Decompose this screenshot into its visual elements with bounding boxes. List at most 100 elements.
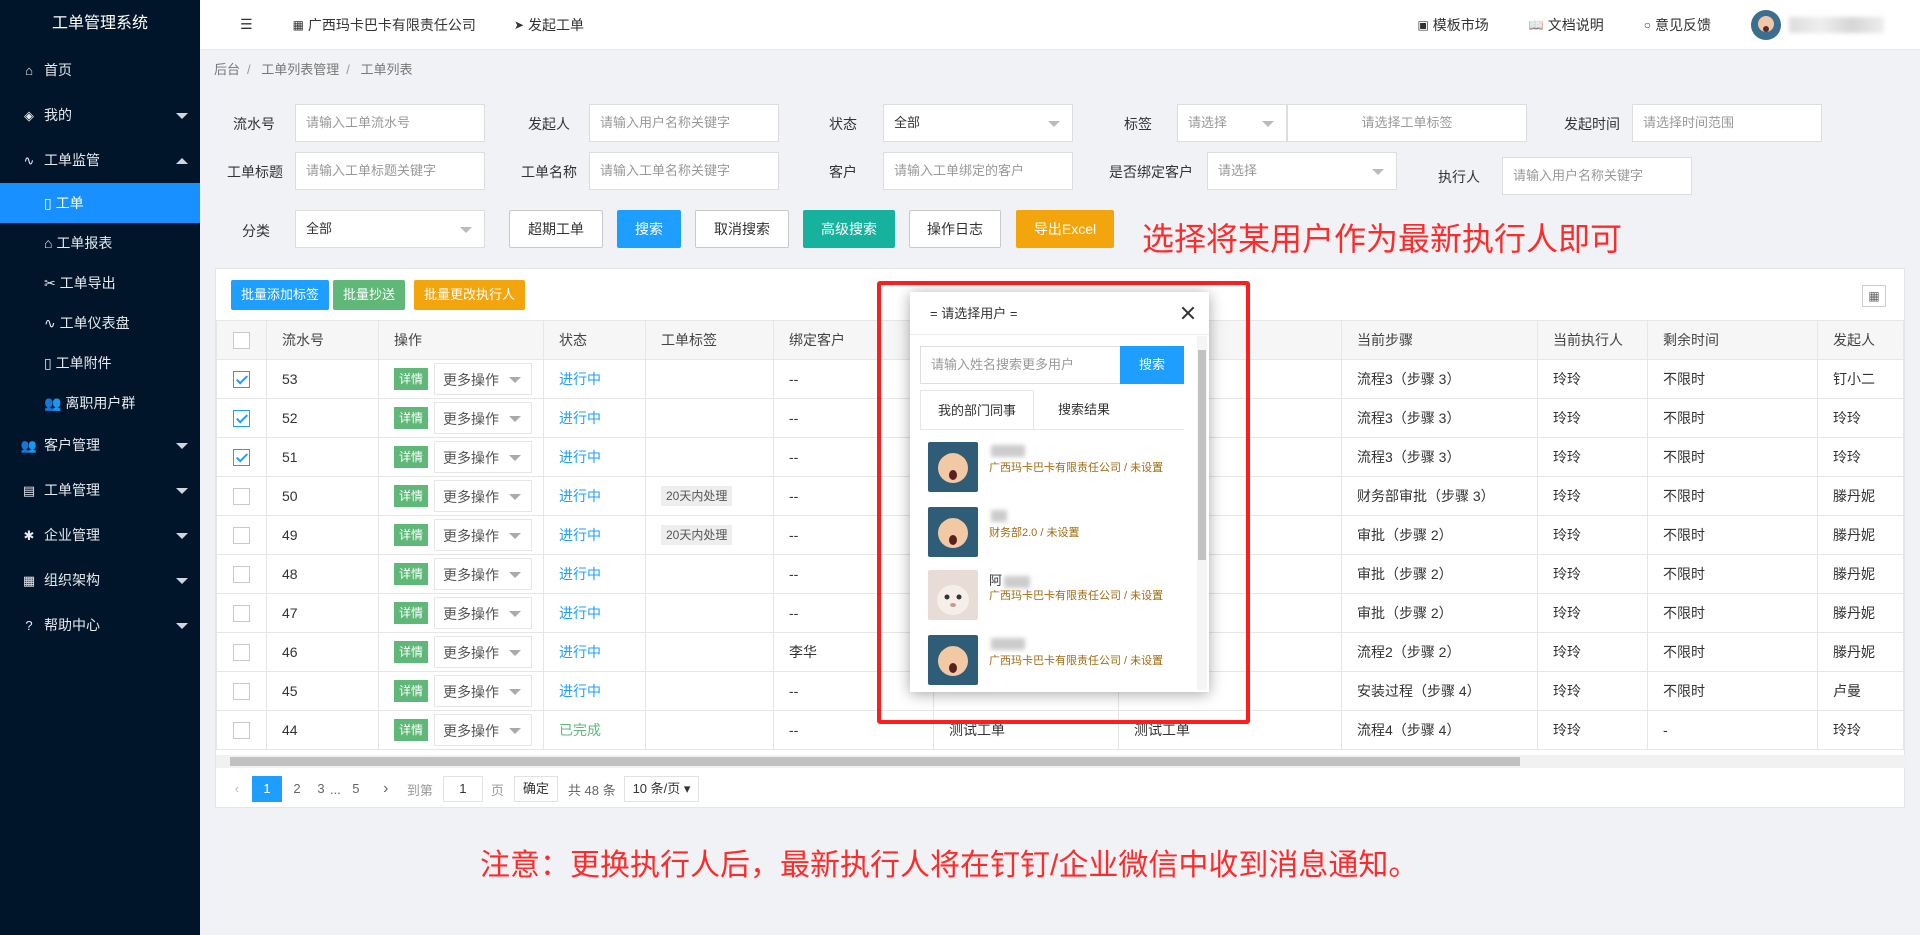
sidebar-item-mine[interactable]: ◈ 我的	[0, 93, 200, 138]
goto-confirm-button[interactable]: 确定	[513, 776, 558, 802]
more-actions-select[interactable]: 更多操作	[434, 519, 533, 551]
more-actions-select[interactable]: 更多操作	[434, 714, 533, 746]
menu-toggle-icon[interactable]: ☰	[240, 16, 253, 33]
more-actions-select[interactable]: 更多操作	[434, 402, 533, 434]
user-menu[interactable]	[1751, 9, 1884, 40]
sidebar-item-org[interactable]: ▦ 组织架构	[0, 558, 200, 603]
batch-add-tag-button[interactable]: 批量添加标签	[231, 280, 330, 310]
column-header[interactable]: 发起人	[1817, 320, 1904, 360]
more-actions-select[interactable]: 更多操作	[434, 597, 533, 629]
operation-log-button[interactable]: 操作日志	[909, 210, 1001, 248]
user-list-item[interactable]: 广西玛卡巴卡有限责任公司 / 未设置	[928, 442, 1168, 502]
overdue-button[interactable]: 超期工单	[509, 210, 603, 248]
row-checkbox-cell[interactable]	[216, 515, 267, 555]
row-checkbox-cell[interactable]	[216, 437, 267, 477]
bound-select[interactable]: 请选择	[1207, 152, 1397, 190]
company-switcher[interactable]: ▦ 广西玛卡巴卡有限责任公司	[293, 15, 476, 35]
row-checkbox[interactable]	[233, 487, 250, 505]
sidebar-subitem-resigned[interactable]: 👥 离职用户群	[0, 383, 200, 423]
template-market-link[interactable]: ▣ 模板市场	[1417, 15, 1488, 35]
detail-button[interactable]: 详情	[394, 524, 429, 546]
more-actions-select[interactable]: 更多操作	[434, 636, 533, 668]
select-all-checkbox[interactable]	[233, 331, 250, 349]
row-checkbox-cell[interactable]	[216, 671, 267, 711]
row-checkbox-cell[interactable]	[216, 359, 267, 399]
row-checkbox[interactable]	[233, 526, 250, 544]
serial-input[interactable]: 请输入工单流水号	[295, 104, 485, 142]
tab-search-results[interactable]: 搜索结果	[1034, 390, 1134, 430]
detail-button[interactable]: 详情	[394, 602, 429, 624]
row-checkbox[interactable]	[233, 682, 250, 700]
more-actions-select[interactable]: 更多操作	[434, 363, 533, 395]
prev-page-icon[interactable]: ‹	[222, 776, 252, 802]
modal-scrollbar[interactable]	[1197, 336, 1207, 690]
column-header[interactable]: 剩余时间	[1647, 320, 1818, 360]
column-header[interactable]: 状态	[543, 320, 646, 360]
goto-page-input[interactable]: 1	[442, 776, 483, 802]
detail-button[interactable]: 详情	[394, 407, 429, 429]
detail-button[interactable]: 详情	[394, 680, 429, 702]
customer-input[interactable]: 请输入工单绑定的客户	[883, 152, 1073, 190]
row-checkbox[interactable]	[233, 604, 250, 622]
sidebar-item-tickets[interactable]: ▤ 工单管理	[0, 468, 200, 513]
tab-my-department[interactable]: 我的部门同事	[920, 390, 1034, 430]
column-header[interactable]: 流水号	[266, 320, 379, 360]
row-checkbox-cell[interactable]	[216, 554, 267, 594]
tag-select[interactable]: 请选择	[1177, 104, 1287, 142]
sidebar-subitem-ticket[interactable]: ▯ 工单	[0, 183, 200, 223]
sidebar-subitem-report[interactable]: ⌂ 工单报表	[0, 223, 200, 263]
search-button[interactable]: 搜索	[617, 210, 681, 248]
column-header[interactable]: 工单标签	[645, 320, 774, 360]
scrollbar-thumb[interactable]	[230, 757, 1520, 766]
more-actions-select[interactable]: 更多操作	[434, 675, 533, 707]
more-actions-select[interactable]: 更多操作	[434, 441, 533, 473]
page-button[interactable]: 2	[282, 776, 312, 802]
user-list-item[interactable]: 广西玛卡巴卡有限责任公司 / 未设置	[928, 635, 1168, 695]
category-select[interactable]: 全部	[295, 210, 485, 248]
title-input[interactable]: 请输入工单标题关键字	[295, 152, 485, 190]
row-checkbox-cell[interactable]	[216, 593, 267, 633]
page-button[interactable]: 1	[252, 776, 282, 802]
sidebar-subitem-export[interactable]: ✂ 工单导出	[0, 263, 200, 303]
column-header[interactable]: 当前执行人	[1537, 320, 1648, 360]
scrollbar-thumb[interactable]	[1198, 350, 1206, 560]
sidebar-item-enterprise[interactable]: ✱ 企业管理	[0, 513, 200, 558]
sidebar-item-help[interactable]: ? 帮助中心	[0, 603, 200, 648]
more-actions-select[interactable]: 更多操作	[434, 480, 533, 512]
create-ticket-link[interactable]: ➤ 发起工单	[514, 15, 584, 35]
row-checkbox-cell[interactable]	[216, 710, 267, 750]
tag-input[interactable]: 请选择工单标签	[1287, 104, 1527, 142]
user-list-item[interactable]: 财务部2.0 / 未设置	[928, 507, 1168, 567]
sidebar-item-home[interactable]: ⌂ 首页	[0, 48, 200, 93]
row-checkbox[interactable]	[233, 721, 250, 739]
select-all-cell[interactable]	[216, 320, 267, 360]
user-list-item[interactable]: 阿 广西玛卡巴卡有限责任公司 / 未设置	[928, 570, 1168, 630]
sidebar-item-customers[interactable]: 👥 客户管理	[0, 423, 200, 468]
name-input[interactable]: 请输入工单名称关键字	[589, 152, 779, 190]
close-icon[interactable]	[1179, 304, 1197, 322]
detail-button[interactable]: 详情	[394, 485, 429, 507]
status-select[interactable]: 全部	[883, 104, 1073, 142]
export-excel-button[interactable]: 导出Excel	[1016, 210, 1114, 248]
breadcrumb-item[interactable]: 后台	[214, 62, 240, 77]
row-checkbox[interactable]	[233, 643, 250, 661]
horizontal-scrollbar[interactable]	[216, 755, 1906, 768]
detail-button[interactable]: 详情	[394, 446, 429, 468]
page-button[interactable]: 3	[312, 776, 330, 802]
page-button[interactable]: 5	[341, 776, 371, 802]
row-checkbox[interactable]	[233, 448, 250, 466]
feedback-link[interactable]: ○ 意见反馈	[1644, 15, 1711, 35]
batch-change-executor-button[interactable]: 批量更改执行人	[414, 280, 526, 310]
initiator-input[interactable]: 请输入用户名称关键字	[589, 104, 779, 142]
row-checkbox-cell[interactable]	[216, 398, 267, 438]
more-actions-select[interactable]: 更多操作	[434, 558, 533, 590]
column-header[interactable]: 当前步骤	[1341, 320, 1538, 360]
user-search-button[interactable]: 搜索	[1120, 346, 1184, 384]
row-checkbox-cell[interactable]	[216, 476, 267, 516]
cancel-search-button[interactable]: 取消搜索	[695, 210, 789, 248]
page-size-select[interactable]: 10 条/页 ▾	[623, 776, 700, 802]
advanced-search-button[interactable]: 高级搜索	[803, 210, 895, 248]
detail-button[interactable]: 详情	[394, 368, 429, 390]
column-toggle-icon[interactable]: ▦	[1862, 285, 1886, 307]
user-search-input[interactable]: 请输入姓名搜索更多用户	[920, 346, 1125, 384]
